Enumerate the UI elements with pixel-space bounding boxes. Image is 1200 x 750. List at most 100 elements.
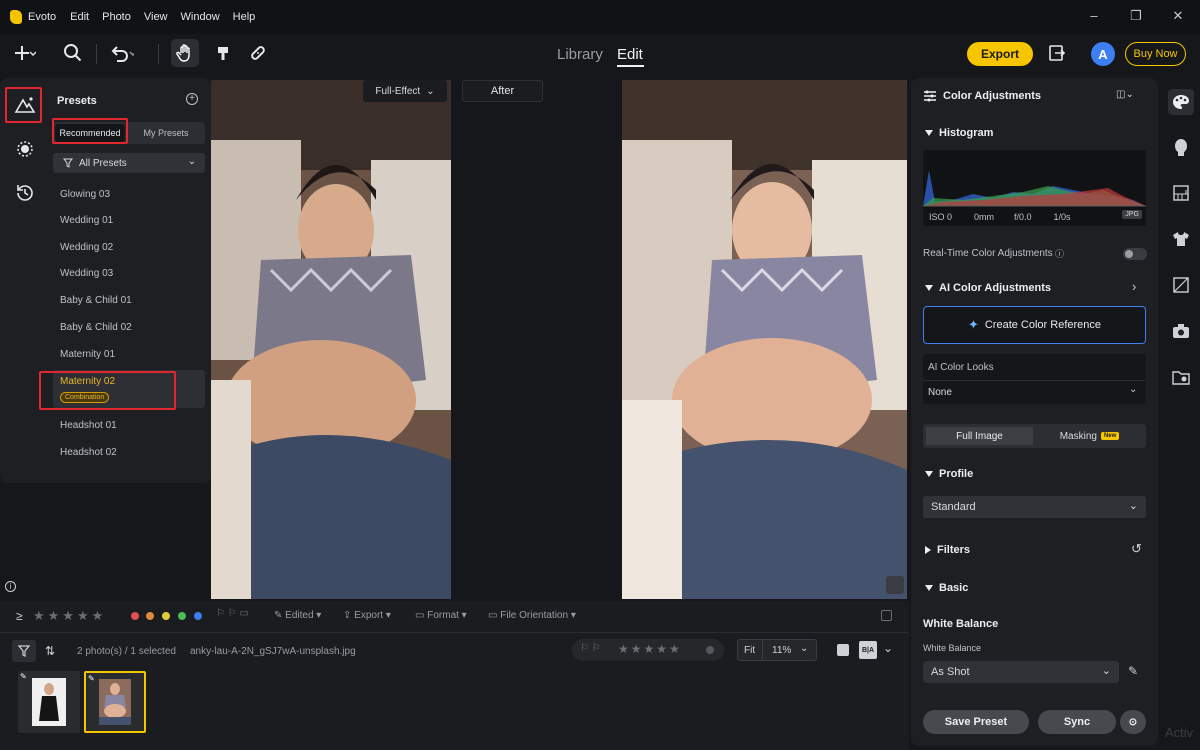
format-filter[interactable]: ▭ Format ▾ [415,610,467,621]
info-icon[interactable]: ⓘ [1055,247,1064,260]
crop-icon[interactable] [1170,274,1192,296]
export-filter[interactable]: ⇪ Export ▾ [343,610,391,621]
zoom-value[interactable]: 11% [772,645,791,656]
color-label-red[interactable] [131,612,139,620]
edited-filter[interactable]: ✎ Edited ▾ [274,610,321,621]
history-icon[interactable] [10,178,40,208]
photo-rating-stars[interactable]: ★★★★★ [618,642,682,656]
select-all-checkbox[interactable] [881,610,892,621]
close-icon[interactable]: ✕ [1170,8,1186,24]
preset-filter-select[interactable]: All Presets ⌄ [53,153,205,173]
eyedropper-icon[interactable]: ✎ [1128,664,1138,678]
rating-filter-icon[interactable]: ≥ [16,609,23,623]
flag-icon[interactable]: ⚐ ⚐ ▭ [216,608,249,619]
split-view-icon[interactable] [886,576,904,594]
color-label-yellow[interactable] [162,612,170,620]
preset-item-selected[interactable]: Maternity 02 [60,376,115,387]
presets-icon[interactable] [10,90,40,120]
menu-help[interactable]: Help [233,11,256,23]
filmstrip-bar: ≥ ★★★★★ ⚐ ⚐ ▭ ✎ Edited ▾ ⇪ Export ▾ ▭ Fo… [0,601,909,750]
preset-item[interactable]: Glowing 03 [60,189,110,200]
add-icon[interactable] [10,40,36,66]
preset-item[interactable]: Wedding 02 [60,242,113,253]
menu-edit[interactable]: Edit [70,11,89,23]
maximize-icon[interactable]: ❐ [1128,8,1144,24]
reset-icon[interactable]: ↺ [1131,541,1142,557]
preset-item[interactable]: Maternity 01 [60,349,115,360]
face-icon[interactable] [1170,136,1192,158]
orientation-filter[interactable]: ▭ File Orientation ▾ [488,610,576,621]
before-after-button[interactable]: B|A [859,641,877,659]
chevron-down-icon[interactable]: ⌄ [800,643,808,654]
palette-icon[interactable] [1168,89,1194,115]
menu-view[interactable]: View [144,11,168,23]
edited-badge-icon: ✎ [20,672,27,681]
preset-item[interactable]: Baby & Child 01 [60,295,132,306]
brush-tool-icon[interactable] [210,40,236,66]
bandage-tool-icon[interactable] [245,40,271,66]
search-icon[interactable] [60,40,86,66]
clothing-icon[interactable] [1170,228,1192,250]
white-balance-value: As Shot [931,666,970,678]
single-view-icon[interactable] [837,644,849,656]
edited-badge-icon: ✎ [88,674,95,683]
preset-item[interactable]: Headshot 02 [60,447,117,458]
hand-tool-icon[interactable] [171,39,199,67]
thumbnail-2-selected[interactable]: ✎ [84,671,146,733]
share-icon[interactable] [1044,40,1070,66]
preset-item[interactable]: Headshot 01 [60,420,117,431]
tab-edit[interactable]: Edit [617,46,643,63]
ai-color-heading[interactable]: AI Color Adjustments [925,282,1051,294]
preset-item[interactable]: Wedding 01 [60,215,113,226]
export-button[interactable]: Export [967,42,1033,66]
color-label-orange[interactable] [146,612,154,620]
sync-settings-icon[interactable]: ⊙ [1120,710,1146,734]
ai-looks-value[interactable]: None [928,387,952,398]
tab-my-presets[interactable]: My Presets [130,122,202,144]
basic-heading[interactable]: Basic [925,582,968,594]
rating-stars[interactable]: ★★★★★ [33,608,106,624]
chevron-right-icon[interactable]: › [1132,279,1136,294]
color-label-blue[interactable] [194,612,202,620]
save-preset-button[interactable]: Save Preset [923,710,1029,734]
flag-icon[interactable]: ⚐ ⚐ [580,643,601,654]
filters-heading[interactable]: Filters [925,544,970,556]
realtime-toggle[interactable] [1123,248,1147,260]
color-adjust-icon [923,90,937,102]
folder-icon[interactable] [1170,366,1192,388]
sync-button[interactable]: Sync [1038,710,1116,734]
add-preset-icon[interactable]: + [186,93,198,105]
undo-icon[interactable] [108,40,134,66]
background-icon[interactable] [1170,182,1192,204]
chevron-down-icon[interactable]: ⌄ [1129,384,1137,395]
fit-button[interactable]: Fit [744,645,755,656]
masking-tab[interactable]: Masking New [1036,427,1143,445]
panel-layout-icon[interactable]: ◫⌄ [1116,89,1134,100]
histogram-heading[interactable]: Histogram [925,127,993,139]
buy-now-button[interactable]: Buy Now [1125,42,1186,66]
compare-mode-select[interactable]: Full-Effect ⌄ [363,80,447,102]
tab-recommended[interactable]: Recommended [55,124,125,142]
preset-item[interactable]: Baby & Child 02 [60,322,132,333]
profile-select[interactable]: Standard ⌄ [923,496,1146,518]
chevron-down-icon[interactable]: ⌄ [883,641,893,655]
menu-window[interactable]: Window [181,11,220,23]
color-label-green[interactable] [178,612,186,620]
full-image-tab[interactable]: Full Image [926,427,1033,445]
camera-icon[interactable] [1170,320,1192,342]
preset-item[interactable]: Wedding 03 [60,268,113,279]
sort-icon[interactable]: ⇅ [45,644,55,658]
white-balance-select[interactable]: As Shot ⌄ [923,661,1119,683]
adjust-dial-icon[interactable] [10,134,40,164]
info-icon[interactable]: i [5,581,16,592]
tab-library[interactable]: Library [557,46,603,63]
avatar[interactable]: A [1091,42,1115,66]
color-label-dot[interactable] [706,646,714,654]
thumbnail-1[interactable]: ✎ [18,671,80,733]
app-name: Evoto [28,11,57,23]
menu-photo[interactable]: Photo [102,11,131,23]
profile-heading[interactable]: Profile [925,468,973,480]
create-color-reference-button[interactable]: ✦ Create Color Reference [923,306,1146,344]
filter-icon[interactable] [12,640,36,662]
minimize-icon[interactable]: – [1086,8,1102,24]
